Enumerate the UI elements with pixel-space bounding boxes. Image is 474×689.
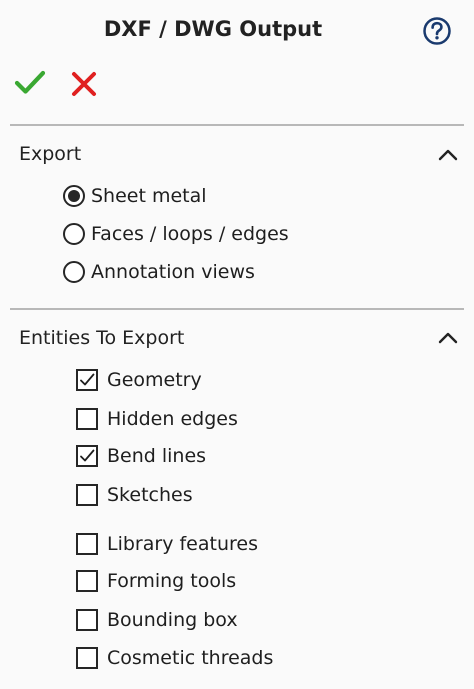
check-icon [80,373,95,386]
divider [10,308,464,310]
option-label: Annotation views [91,261,255,283]
chevron-up-icon [438,149,458,161]
checkbox[interactable] [76,609,98,631]
checkbox[interactable] [76,647,98,669]
checkbox-label: Hidden edges [107,408,238,430]
checkbox-row-geometry[interactable]: Geometry [76,365,202,395]
chevron-up-icon [438,332,458,344]
checkbox-label: Library features [107,533,258,555]
radio-sheet-metal[interactable]: Sheet metal [63,181,207,211]
checkbox[interactable] [76,570,98,592]
checkbox-label: Bounding box [107,609,238,631]
checkbox-label: Sketches [107,484,193,506]
check-icon [80,449,95,462]
radio-annotation-views[interactable]: Annotation views [63,257,255,287]
checkbox-row-forming-tools[interactable]: Forming tools [76,566,236,596]
help-button[interactable] [422,16,452,46]
checkbox[interactable] [76,533,98,555]
option-label: Faces / loops / edges [91,223,289,245]
checkbox[interactable] [76,484,98,506]
checkbox[interactable] [76,369,98,391]
entities-collapse-button[interactable] [437,330,459,344]
checkbox-label: Forming tools [107,570,237,592]
checkbox-row-library-features[interactable]: Library features [76,529,258,559]
checkbox-label: Cosmetic threads [107,647,274,669]
radio-button[interactable] [63,223,85,245]
export-section-title: Export [19,143,82,165]
checkbox-row-bend-lines[interactable]: Bend lines [76,441,206,471]
checkbox-row-cosmetic-threads[interactable]: Cosmetic threads [76,643,273,673]
export-collapse-button[interactable] [437,147,459,161]
question-circle-icon [423,17,451,45]
checkbox-label: Bend lines [107,445,207,467]
option-label: Sheet metal [91,185,207,207]
radio-faces-loops-edges[interactable]: Faces / loops / edges [63,219,289,249]
checkbox-label: Geometry [107,369,202,391]
radio-button[interactable] [63,185,85,207]
checkbox-row-sketches[interactable]: Sketches [76,480,193,510]
entities-section-title: Entities To Export [19,327,185,349]
panel-title: DXF / DWG Output [103,17,323,41]
checkbox-row-hidden-edges[interactable]: Hidden edges [76,404,238,434]
checkmark-icon [14,70,46,94]
cancel-button[interactable] [70,70,98,98]
radio-button[interactable] [63,261,85,283]
checkbox-row-bounding-box[interactable]: Bounding box [76,605,238,635]
checkbox[interactable] [76,445,98,467]
checkbox[interactable] [76,408,98,430]
x-icon [72,72,96,96]
ok-button[interactable] [14,68,46,98]
divider [10,124,464,126]
